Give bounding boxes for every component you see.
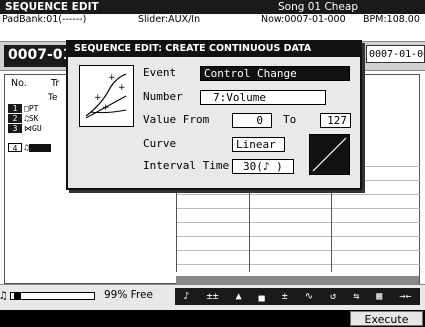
grid-scrollbar[interactable] xyxy=(176,276,419,284)
guitar-icon: ⋈ xyxy=(24,124,32,133)
memory-meter-fill xyxy=(14,293,21,299)
event-label: Event xyxy=(143,66,177,79)
col-no: No. xyxy=(11,78,27,89)
track-row-number[interactable]: 3 xyxy=(8,124,22,133)
current-position[interactable]: 0007-01-000 xyxy=(4,45,68,67)
event-field[interactable]: Control Change xyxy=(200,66,350,81)
curve-label: Curve xyxy=(143,137,177,150)
now-position: Now:0007-01-000 xyxy=(261,14,346,25)
number-field[interactable]: 7:Volume xyxy=(200,90,326,105)
svg-text:+: + xyxy=(102,103,110,113)
wave-icon[interactable]: ∿ xyxy=(305,291,313,302)
execute-button[interactable]: Execute xyxy=(350,311,423,326)
memory-free: 99% Free xyxy=(104,289,153,301)
loop-icon[interactable]: ↺ xyxy=(330,291,336,302)
track-row-number[interactable]: 1 xyxy=(8,104,22,113)
svg-text:+: + xyxy=(108,73,116,83)
track-row-number[interactable]: 2 xyxy=(8,114,22,123)
status-row: PadBank:01(------) Slider:AUX/In Now:000… xyxy=(0,14,425,26)
up-icon[interactable]: ▲ xyxy=(236,291,242,302)
edit-toolbar: ♪ ±± ▲ ▄ ± ∿ ↺ ⇆ ▦ →← xyxy=(175,288,420,305)
track-row-number-selected[interactable]: 4 xyxy=(8,143,22,153)
linear-curve-icon xyxy=(309,134,350,175)
quantize-icon[interactable]: ±± xyxy=(207,291,219,302)
song-name: Song 01 Cheap xyxy=(278,1,358,13)
interval-time-label: Interval Time xyxy=(143,159,230,172)
merge-icon[interactable]: →← xyxy=(399,291,411,302)
col-track: Tr xyxy=(51,78,60,89)
col-te: Te xyxy=(48,93,58,103)
track-list-header: No. Tr xyxy=(5,75,70,91)
memory-meter xyxy=(10,292,95,300)
pad-bank: PadBank:01(------) xyxy=(2,14,87,25)
svg-text:+: + xyxy=(94,93,102,103)
tempo: BPM:108.00 xyxy=(363,14,420,25)
interval-time-field[interactable]: 30(♪ ) xyxy=(232,159,294,174)
to-label: To xyxy=(283,113,297,126)
plus-minus-icon[interactable]: ± xyxy=(282,291,288,302)
track-row-name[interactable]: □PT xyxy=(24,104,44,113)
value-from-field[interactable]: 0 xyxy=(232,113,272,128)
svg-text:+: + xyxy=(118,83,126,93)
note-icon[interactable]: ♪ xyxy=(184,291,190,302)
dialog-title: SEQUENCE EDIT: CREATE CONTINUOUS DATA xyxy=(66,40,362,57)
track-row-name[interactable]: ♫SK xyxy=(24,114,44,123)
value-from-label: Value From xyxy=(143,113,210,126)
curve-illustration-icon: + + + + xyxy=(79,65,134,127)
value-to-field[interactable]: 127 xyxy=(320,113,351,128)
step-icon[interactable]: ▄ xyxy=(259,291,265,302)
curve-field[interactable]: Linear xyxy=(232,137,285,152)
transpose-icon[interactable]: ⇆ xyxy=(353,291,359,302)
track-row-name[interactable]: ⋈GU xyxy=(24,124,44,133)
header-bar: SEQUENCE EDIT Song 01 Cheap PadBank:01(-… xyxy=(0,0,425,26)
track-row-name-selected[interactable]: ♫ xyxy=(24,143,64,152)
slider-assign: Slider:AUX/In xyxy=(138,14,201,25)
end-position[interactable]: 0007-01-000 xyxy=(366,45,425,63)
number-label: Number xyxy=(143,90,183,103)
screen-title: SEQUENCE EDIT xyxy=(5,1,99,13)
track-row-highlight xyxy=(28,143,51,152)
grid-icon[interactable]: ▦ xyxy=(376,291,382,302)
